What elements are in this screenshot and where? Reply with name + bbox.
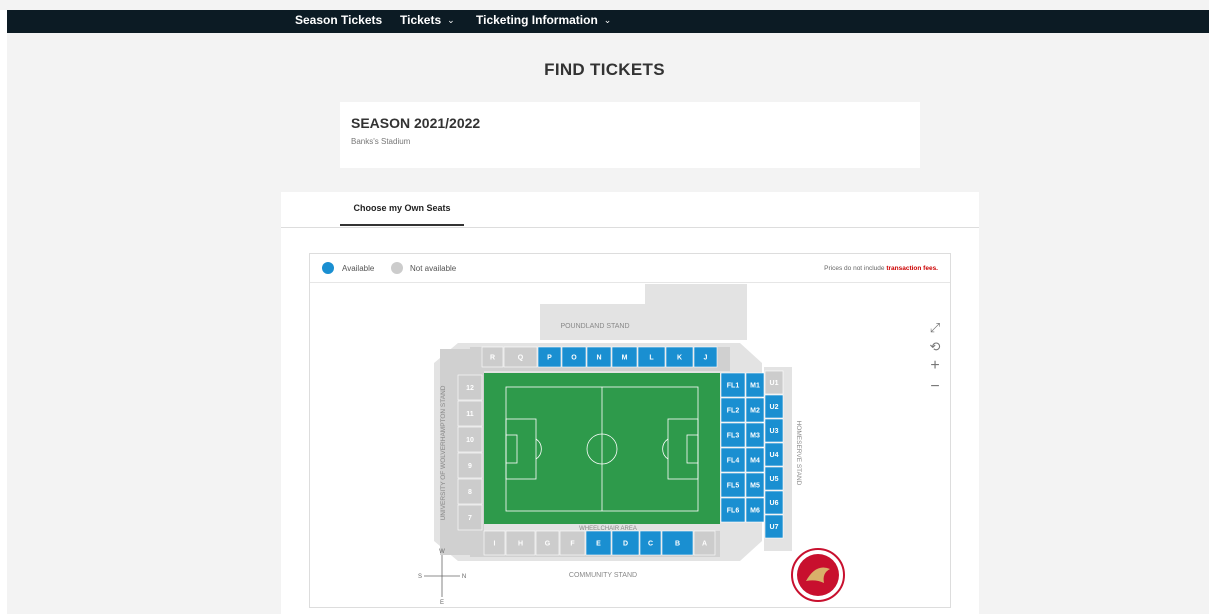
block-8-label: 8: [468, 489, 472, 496]
block-fl6-label: FL6: [727, 508, 740, 515]
block-7-label: 7: [468, 515, 472, 522]
fullscreen-icon[interactable]: ⤢: [927, 320, 943, 336]
block-m4-label: M4: [750, 458, 760, 465]
nav-ticketing-information-label: Ticketing Information: [476, 13, 598, 27]
compass-icon: [424, 555, 460, 597]
block-u2-label: U2: [770, 404, 779, 411]
stadium-diagram: R Q P O N M L K J 12 11 10 9 8 7 I H G F E D C B A FL1 FL2 FL3 F…: [418, 284, 845, 606]
walsall-fc-crest-logo: [791, 548, 845, 602]
zoom-in-icon[interactable]: +: [927, 358, 943, 374]
chevron-down-icon: ⌄: [447, 14, 455, 25]
south-stand-label: COMMUNITY STAND: [569, 572, 637, 579]
top-navigation: Season Tickets Tickets ⌄ Ticketing Infor…: [7, 10, 1209, 33]
transaction-fees-link[interactable]: transaction fees.: [886, 265, 938, 272]
block-l-label: L: [649, 355, 654, 362]
available-dot-icon: [322, 262, 334, 274]
nav-ticketing-information[interactable]: Ticketing Information ⌄: [476, 13, 611, 27]
season-title: SEASON 2021/2022: [351, 115, 481, 131]
nav-season-tickets[interactable]: Season Tickets: [295, 13, 382, 27]
west-stand-label: UNIVERSITY OF WOLVERHAMPTON STAND: [440, 385, 447, 520]
block-9-label: 9: [468, 463, 472, 470]
legend-not-available: Not available: [410, 264, 457, 273]
page-left-edge: [0, 10, 7, 614]
block-j-label: J: [704, 355, 708, 362]
poundland-stand-annex: [645, 284, 747, 306]
block-10-label: 10: [466, 437, 474, 444]
block-k-label: K: [677, 355, 682, 362]
stadium-map: Available Not available Prices do not in…: [309, 253, 951, 608]
block-d-label: D: [623, 541, 628, 548]
rotate-icon[interactable]: ⟲: [927, 339, 943, 355]
block-o-label: O: [571, 355, 577, 362]
block-a-label: A: [702, 541, 707, 548]
nav-season-tickets-label: Season Tickets: [295, 13, 383, 27]
compass-w: W: [439, 549, 445, 555]
season-card: SEASON 2021/2022 Banks's Stadium: [340, 102, 920, 168]
compass-e: E: [440, 600, 444, 606]
wheelchair-area-label: WHEELCHAIR AREA: [579, 526, 637, 532]
venue-name: Banks's Stadium: [351, 137, 411, 146]
block-i-label: I: [494, 541, 496, 548]
chevron-down-icon: ⌄: [603, 14, 612, 25]
compass-n: N: [462, 574, 466, 580]
block-fl1-label: FL1: [727, 383, 740, 390]
block-m3-label: M3: [750, 433, 760, 440]
nav-tickets-label: Tickets: [400, 13, 442, 27]
block-m2-label: M2: [750, 408, 760, 415]
block-e-label: E: [596, 541, 601, 548]
east-stand-label: HOMESERVE STAND: [795, 421, 802, 486]
block-n-label: N: [596, 355, 601, 362]
zoom-out-icon[interactable]: −: [927, 379, 943, 395]
compass-s: S: [418, 574, 422, 580]
seat-legend: Available Not available Prices do not in…: [310, 254, 950, 283]
block-f-label: F: [570, 541, 575, 548]
block-12-label: 12: [466, 385, 474, 392]
block-u5-label: U5: [770, 476, 779, 483]
block-fl2-label: FL2: [727, 408, 740, 415]
block-u7-label: U7: [770, 524, 779, 531]
page-title: FIND TICKETS: [544, 60, 665, 79]
block-m1-label: M1: [750, 383, 760, 390]
block-fl5-label: FL5: [727, 483, 740, 490]
block-u3-label: U3: [770, 428, 779, 435]
tab-bar: Choose my Own Seats: [281, 192, 979, 228]
block-m5-label: M5: [750, 483, 760, 490]
block-u1-label: U1: [770, 380, 779, 387]
block-u6-label: U6: [770, 500, 779, 507]
block-u4-label: U4: [770, 452, 779, 459]
fees-notice-text: Prices do not include: [824, 265, 887, 272]
legend-available: Available: [342, 264, 375, 273]
block-p-label: P: [547, 355, 552, 362]
seat-selection-panel: Choose my Own Seats Available Not availa…: [281, 192, 979, 614]
block-fl3-label: FL3: [727, 433, 740, 440]
fees-notice: Prices do not include transaction fees.: [824, 265, 938, 272]
block-c-label: C: [648, 541, 653, 548]
block-b-label: B: [675, 541, 680, 548]
block-m6-label: M6: [750, 508, 760, 515]
not-available-dot-icon: [391, 262, 403, 274]
north-stand-label: POUNDLAND STAND: [560, 323, 629, 330]
block-r-label: R: [490, 355, 495, 362]
block-m-label: M: [622, 355, 628, 362]
tab-choose-own-seats[interactable]: Choose my Own Seats: [340, 192, 464, 226]
block-fl4-label: FL4: [727, 458, 740, 465]
nav-tickets[interactable]: Tickets ⌄: [400, 13, 455, 27]
block-h-label: H: [518, 541, 523, 548]
block-g-label: G: [545, 541, 551, 548]
block-11-label: 11: [466, 411, 474, 418]
poundland-stand-shape: [540, 304, 747, 340]
block-q-label: Q: [518, 355, 524, 362]
